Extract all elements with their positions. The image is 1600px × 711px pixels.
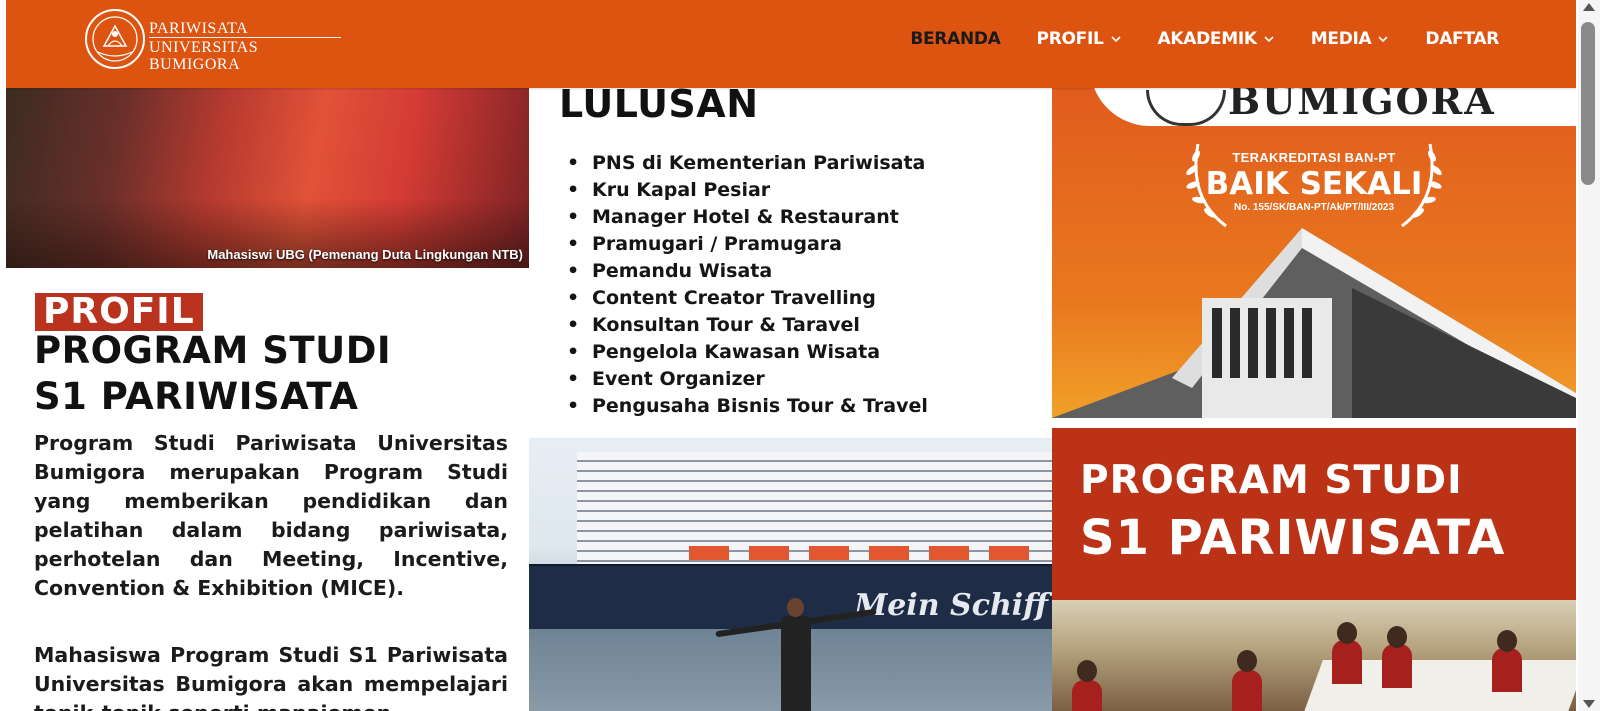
list-item: Event Organizer [567,366,928,393]
nav-akademik[interactable]: AKADEMIK [1158,28,1275,50]
nav-beranda-label: BERANDA [910,29,1001,49]
student-figure [1332,640,1362,684]
scroll-up-arrow-icon[interactable] [1583,3,1595,11]
page-viewport: PARIWISATA UNIVERSITAS BUMIGORA BERANDA … [6,0,1576,711]
list-item: Pramugari / Pramugara [567,231,928,258]
profile-title-line-2: S1 PARIWISATA [34,375,359,418]
chevron-down-icon [1110,36,1121,43]
list-item: Content Creator Travelling [567,285,928,312]
list-item: Konsultan Tour & Taravel [567,312,928,339]
ship-name: Mein Schiff [854,588,1048,623]
profile-paragraph-1: Program Studi Pariwisata Universitas Bum… [34,431,508,600]
student-head [1497,630,1517,652]
nav-media-label: MEDIA [1310,29,1372,49]
cruise-ship-photo: Mein Schiff [529,438,1052,711]
graduates-panel: LULUSAN PNS di Kementerian Pariwisata Kr… [529,88,1052,711]
profile-panel: Mahasiswi UBG (Pemenang Duta Lingkungan … [6,88,529,711]
graduates-heading: LULUSAN [559,88,759,126]
student-figure [1072,680,1102,711]
list-item: Pemandu Wisata [567,258,928,285]
scroll-down-arrow-icon[interactable] [1583,700,1595,708]
brand-line-2: UNIVERSITAS BUMIGORA [149,37,341,73]
site-header: PARIWISATA UNIVERSITAS BUMIGORA BERANDA … [6,0,1576,88]
students-dining-photo [1052,600,1576,711]
profile-title: PROGRAM STUDI S1 PARIWISATA [34,328,391,420]
scrollbar-thumb[interactable] [1581,22,1595,185]
student-figure [1232,670,1262,711]
university-seal-logo[interactable] [84,8,146,70]
campus-building-image [1052,228,1576,428]
person-body [781,616,811,711]
nav-beranda[interactable]: BERANDA [910,28,1001,50]
student-head [1337,622,1357,644]
list-item: Manager Hotel & Restaurant [567,204,928,231]
student-figure [1492,648,1522,692]
banner-text: BUMIGORA [1228,88,1496,123]
program-title-line-2: S1 PARIWISATA [1080,510,1506,566]
profile-title-line-1: PROGRAM STUDI [34,329,392,372]
accreditation-grade: BAIK SEKALI [1205,166,1423,202]
program-title-line-1: PROGRAM STUDI [1080,458,1463,503]
career-list: PNS di Kementerian Pariwisata Kru Kapal … [567,150,928,420]
profile-paragraph-2: Mahasiswa Program Studi S1 Pariwisata Un… [34,643,508,711]
ship-lifeboats [689,546,1029,560]
nav-daftar[interactable]: DAFTAR [1425,28,1499,50]
brand-name[interactable]: PARIWISATA UNIVERSITAS BUMIGORA [149,20,341,73]
nav-media[interactable]: MEDIA [1311,28,1390,50]
accreditation-number: No. 155/SK/BAN-PT/Ak/PT/III/2023 [1233,202,1395,213]
list-item: PNS di Kementerian Pariwisata [567,150,928,177]
chevron-down-icon [1378,36,1388,43]
promo-panel: BUMIGORA TERAKREDITASI BAN-PT BAIK SEKAL… [1052,88,1576,711]
nav-profil[interactable]: PROFIL [1037,28,1122,50]
profil-badge: PROFIL [35,293,203,331]
accreditation-label: TERAKREDITASI BAN-PT [1232,150,1396,165]
program-title-band: PROGRAM STUDI S1 PARIWISATA [1052,428,1576,600]
main-nav: BERANDA PROFIL AKADEMIK MEDIA DAFTAR [910,28,1499,50]
list-item: Pengelola Kawasan Wisata [567,339,928,366]
student-award-photo: Mahasiswi UBG (Pemenang Duta Lingkungan … [6,88,529,268]
nav-profil-label: PROFIL [1036,29,1104,49]
person-figure [715,598,877,711]
nav-daftar-label: DAFTAR [1425,29,1499,49]
accreditation-block: TERAKREDITASI BAN-PT BAIK SEKALI No. 155… [1052,136,1576,213]
student-head [1077,660,1097,682]
list-item: Pengusaha Bisnis Tour & Travel [567,393,928,420]
nav-akademik-label: AKADEMIK [1157,29,1258,49]
university-banner: BUMIGORA [1090,88,1576,126]
photo-caption: Mahasiswi UBG (Pemenang Duta Lingkungan … [207,247,523,262]
student-head [1237,650,1257,672]
list-item: Kru Kapal Pesiar [567,177,928,204]
student-head [1387,626,1407,648]
seal-icon [1146,90,1226,126]
student-figure [1382,644,1412,688]
page-scrollbar[interactable] [1578,0,1600,711]
brand-line-1: PARIWISATA [149,20,249,37]
chevron-down-icon [1264,36,1274,43]
person-head [787,598,804,617]
